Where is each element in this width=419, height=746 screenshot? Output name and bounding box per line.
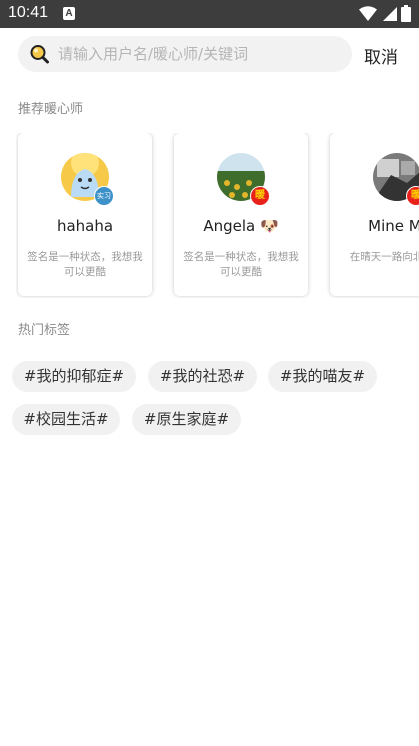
avatar-wrap: 实习 (61, 153, 114, 206)
search-icon (30, 45, 49, 64)
warm-badge: 暖 (406, 186, 419, 206)
search-row: 取消 (18, 36, 410, 72)
hot-tag[interactable]: #校园生活# (12, 404, 120, 435)
status-icons (359, 5, 411, 22)
hot-tag[interactable]: #我的社恐# (148, 361, 257, 392)
card-bio: 在晴天一路向北海吗 (349, 251, 419, 263)
hot-tag[interactable]: #我的喵友# (268, 361, 377, 392)
recommend-card[interactable]: 实习 hahaha 签名是一种状态，我想我可以更酷 (18, 133, 152, 296)
card-name: Mine Mi (368, 217, 419, 235)
status-bar: 10:41 A (0, 0, 419, 28)
search-box[interactable] (18, 36, 352, 72)
avatar-wrap: 暖 (217, 153, 270, 206)
card-bio: 签名是一种状态，我想我可以更酷 (183, 251, 299, 278)
battery-icon (401, 5, 411, 22)
study-badge: 实习 (94, 186, 114, 206)
status-time: 10:41 (8, 4, 49, 21)
signal-icon (383, 6, 397, 21)
notification-icon: A (63, 7, 75, 20)
recommend-card[interactable]: 暖 Mine Mi 在晴天一路向北海吗 (330, 133, 419, 296)
hot-tags-section-title: 热门标签 (18, 323, 71, 338)
recommend-card[interactable]: 暖 Angela 🐶 签名是一种状态，我想我可以更酷 (174, 133, 308, 296)
card-name: Angela 🐶 (203, 217, 279, 235)
hot-tag[interactable]: #我的抑郁症# (12, 361, 136, 392)
card-bio: 签名是一种状态，我想我可以更酷 (27, 251, 143, 278)
avatar-wrap: 暖 (373, 153, 419, 206)
wifi-icon (359, 5, 377, 21)
cancel-button[interactable]: 取消 (364, 43, 398, 68)
card-name: hahaha (56, 217, 114, 235)
warm-badge: 暖 (250, 186, 270, 206)
hot-tag[interactable]: #原生家庭# (132, 404, 241, 435)
search-input[interactable] (58, 36, 348, 72)
recommend-section-title: 推荐暖心师 (18, 102, 84, 117)
recommend-card-list[interactable]: 实习 hahaha 签名是一种状态，我想我可以更酷 暖 Angela 🐶 签名是… (16, 133, 419, 298)
